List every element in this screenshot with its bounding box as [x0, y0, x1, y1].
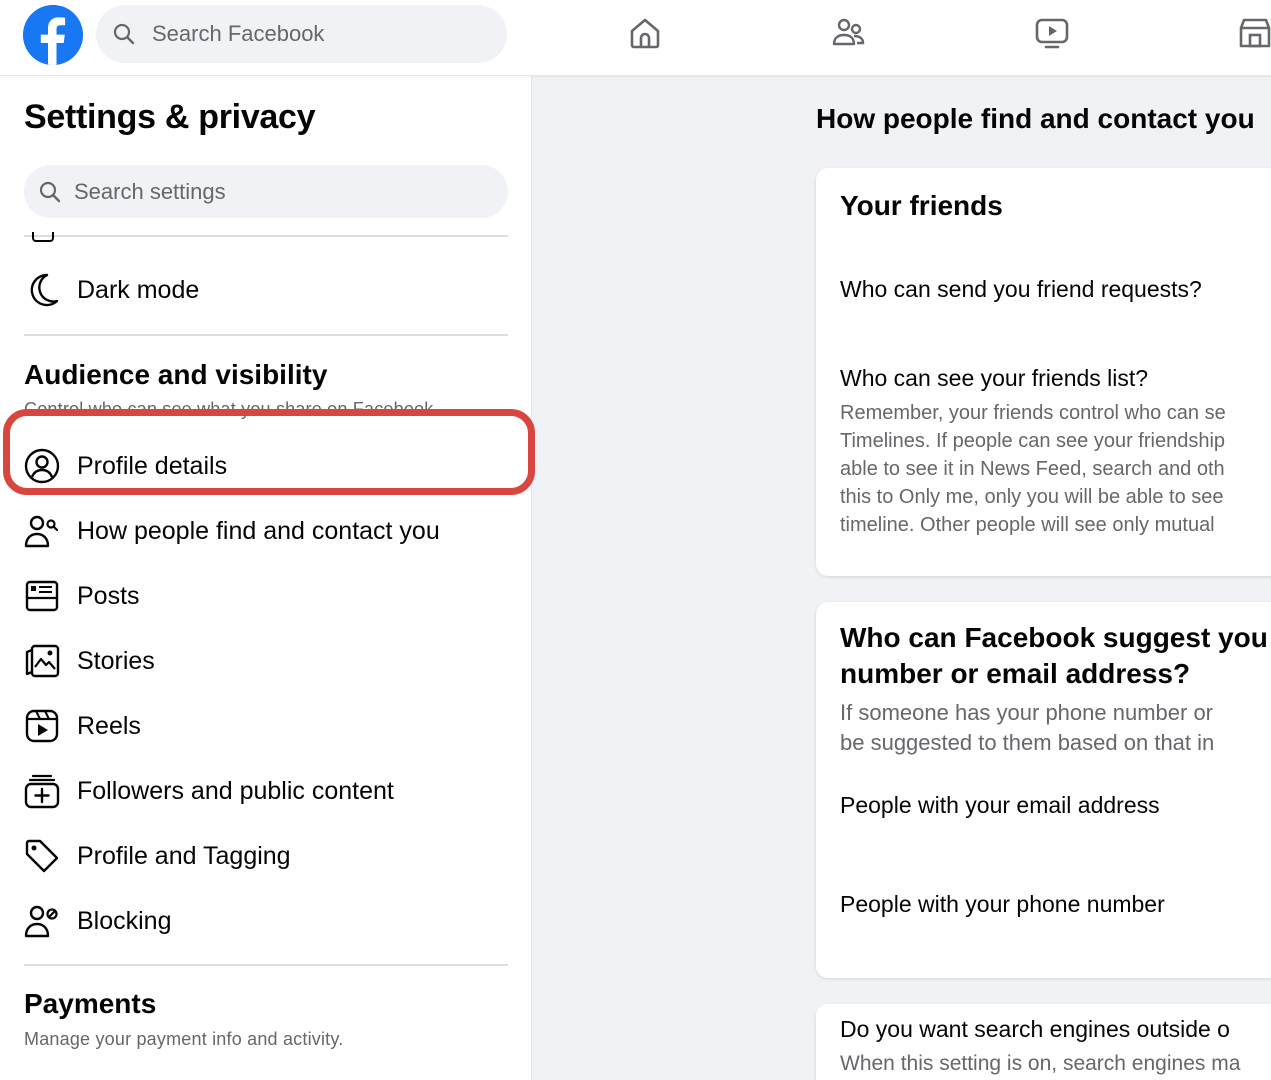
- menu-item-label: Profile and Tagging: [77, 841, 291, 870]
- menu-item-label: Dark mode: [77, 275, 200, 304]
- posts-icon: [22, 576, 62, 616]
- section-heading-audience: Audience and visibility: [24, 359, 328, 390]
- friends-list-setting[interactable]: Who can see your friends list?: [840, 365, 1148, 392]
- menu-item-stories[interactable]: Stories: [18, 631, 514, 691]
- menu-item-label: Followers and public content: [77, 776, 394, 805]
- menu-item-label: Stories: [77, 646, 155, 675]
- phone-lookup-setting[interactable]: People with your phone number: [840, 891, 1165, 918]
- menu-item-profile-tagging[interactable]: Profile and Tagging: [18, 826, 514, 886]
- facebook-search-bar[interactable]: Search Facebook: [96, 5, 507, 63]
- section-subtitle-payments: Manage your payment info and activity.: [24, 1029, 344, 1049]
- settings-title: Settings & privacy: [24, 98, 316, 136]
- divider: [24, 964, 508, 966]
- search-engines-description: When this setting is on, search engines …: [840, 1052, 1241, 1075]
- blocking-icon: [22, 901, 62, 941]
- friends-icon[interactable]: [829, 13, 869, 53]
- divider: [24, 334, 508, 336]
- watch-icon[interactable]: [1032, 13, 1072, 53]
- card-heading: Who can Facebook suggest you: [840, 622, 1268, 653]
- reels-icon: [22, 706, 62, 746]
- menu-item-label: Posts: [77, 581, 140, 610]
- home-icon[interactable]: [625, 13, 665, 53]
- menu-item-reels[interactable]: Reels: [18, 696, 514, 756]
- followers-icon: [22, 771, 62, 811]
- search-icon: [39, 181, 61, 202]
- menu-item-blocking[interactable]: Blocking: [18, 891, 514, 951]
- email-lookup-setting[interactable]: People with your email address: [840, 792, 1160, 819]
- profile-circle-icon: [22, 446, 62, 486]
- menu-item-followers[interactable]: Followers and public content: [18, 761, 514, 821]
- settings-sidebar: Settings & privacy Search settings Dark …: [0, 76, 532, 1080]
- card-heading: Your friends: [840, 190, 1003, 221]
- menu-item-label: Profile details: [77, 451, 228, 480]
- menu-item-posts[interactable]: Posts: [18, 566, 514, 626]
- menu-item-profile-details[interactable]: Profile details: [18, 436, 514, 496]
- suggestions-description: If someone has your phone number or be s…: [840, 700, 1215, 755]
- settings-search-placeholder: Search settings: [74, 178, 226, 204]
- moon-icon: [22, 270, 62, 310]
- facebook-search-placeholder: Search Facebook: [152, 21, 325, 46]
- card-suggestions: Who can Facebook suggest you number or e…: [816, 602, 1271, 978]
- settings-search-input[interactable]: Search settings: [24, 165, 508, 218]
- search-engines-setting[interactable]: Do you want search engines outside o: [840, 1016, 1230, 1043]
- card-search-engines: Do you want search engines outside o Whe…: [816, 1004, 1271, 1080]
- partial-menu-icon: [32, 232, 54, 242]
- content-page-title: How people find and contact you: [816, 103, 1255, 134]
- friend-requests-setting[interactable]: Who can send you friend requests?: [840, 276, 1202, 303]
- divider: [24, 235, 508, 237]
- facebook-logo-icon[interactable]: [23, 5, 83, 65]
- friends-list-description: Remember, your friends control who can s…: [840, 402, 1226, 536]
- top-navigation-bar: Search Facebook: [0, 0, 1271, 76]
- section-subtitle-audience: Control who can see what you share on Fa…: [24, 399, 439, 419]
- menu-item-label: How people find and contact you: [77, 516, 440, 545]
- person-search-icon: [22, 511, 62, 551]
- card-your-friends: Your friends Who can send you friend req…: [816, 168, 1271, 576]
- menu-item-label: Blocking: [77, 906, 172, 935]
- card-heading: number or email address?: [840, 658, 1191, 689]
- section-heading-payments: Payments: [24, 988, 157, 1019]
- menu-item-label: Reels: [77, 711, 141, 740]
- search-icon: [113, 23, 135, 45]
- stories-icon: [22, 641, 62, 681]
- menu-item-dark-mode[interactable]: Dark mode: [18, 260, 514, 320]
- marketplace-icon[interactable]: [1235, 13, 1271, 53]
- menu-item-how-people-find-you[interactable]: How people find and contact you: [18, 501, 514, 561]
- tag-icon: [22, 836, 62, 876]
